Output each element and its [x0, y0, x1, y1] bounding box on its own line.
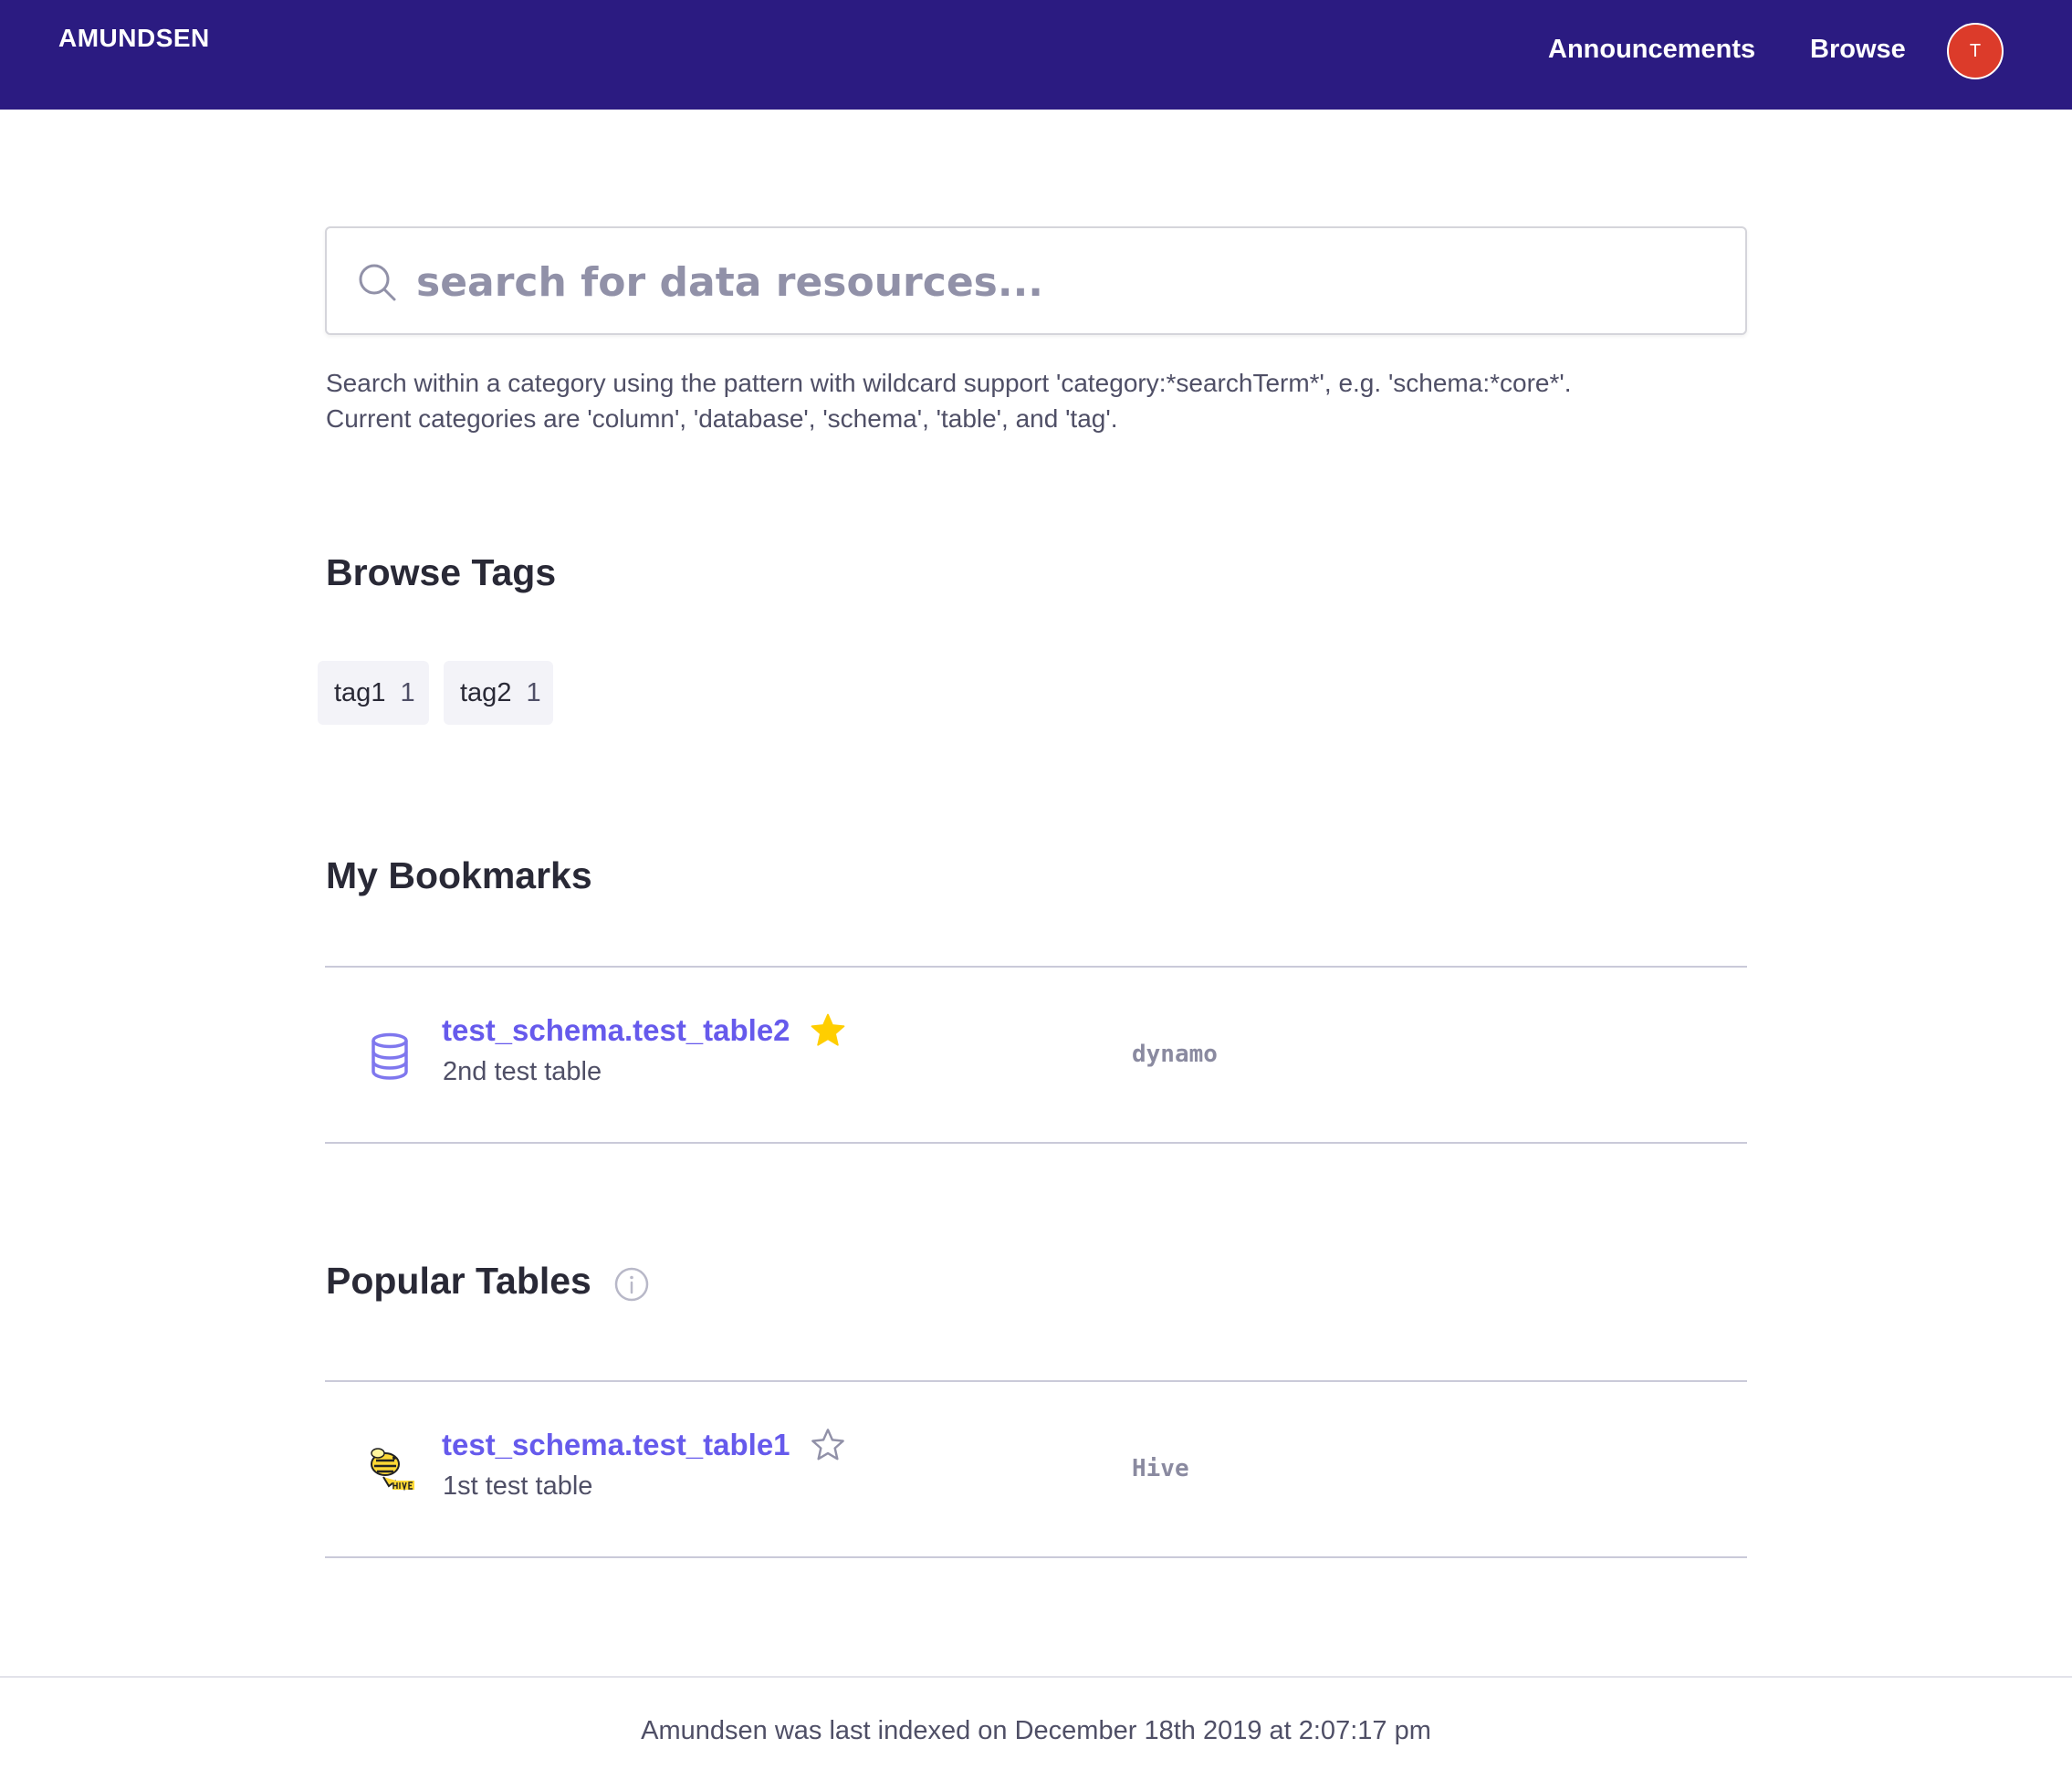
table-name-link[interactable]: test_schema.test_table1	[442, 1428, 790, 1462]
bookmarks-bottom-divider	[325, 1142, 1747, 1144]
bookmark-row[interactable]: test_schema.test_table2 2nd test table d…	[325, 968, 1747, 1141]
tag-name: tag2	[460, 677, 512, 707]
table-description: 1st test table	[443, 1471, 593, 1501]
tag-chip-tag1[interactable]: tag1 1	[318, 661, 429, 725]
browse-tags-title: Browse Tags	[326, 551, 557, 593]
my-bookmarks-title: My Bookmarks	[326, 854, 592, 896]
search-icon	[359, 264, 396, 301]
tag-count: 1	[526, 677, 541, 707]
popular-table-row[interactable]: test_schema.test_table1 1st test table H…	[325, 1382, 1747, 1555]
table-source: Hive	[1132, 1455, 1189, 1482]
nav-announcements-link[interactable]: Announcements	[1548, 35, 1755, 65]
footer-last-indexed: Amundsen was last indexed on December 18…	[641, 1716, 1431, 1745]
info-icon[interactable]	[613, 1266, 650, 1303]
search-input[interactable]	[414, 245, 1714, 319]
hive-logo-icon	[371, 1448, 414, 1492]
brand-logo[interactable]: AMUNDSEN	[58, 24, 210, 53]
nav-browse-link[interactable]: Browse	[1810, 35, 1906, 65]
popular-bottom-divider	[325, 1556, 1747, 1558]
search-help-line-1: Search within a category using the patte…	[326, 369, 1572, 397]
database-icon	[371, 1032, 408, 1080]
tag-count: 1	[400, 677, 415, 707]
search-help-text: Search within a category using the patte…	[326, 365, 1878, 436]
tag-chip-tag2[interactable]: tag2 1	[444, 661, 553, 725]
search-help-line-2: Current categories are 'column', 'databa…	[326, 404, 1118, 433]
popular-tables-title: Popular Tables	[326, 1260, 591, 1302]
star-filled-icon[interactable]	[809, 1011, 847, 1050]
user-avatar[interactable]: T	[1947, 23, 2004, 79]
top-navbar: AMUNDSEN Announcements Browse T	[0, 0, 2072, 110]
table-name-link[interactable]: test_schema.test_table2	[442, 1013, 790, 1048]
footer-divider	[0, 1676, 2072, 1678]
table-source: dynamo	[1132, 1041, 1218, 1068]
star-outline-icon[interactable]	[809, 1426, 847, 1464]
table-description: 2nd test table	[443, 1057, 602, 1086]
tag-name: tag1	[334, 677, 386, 707]
search-bar	[325, 226, 1747, 335]
